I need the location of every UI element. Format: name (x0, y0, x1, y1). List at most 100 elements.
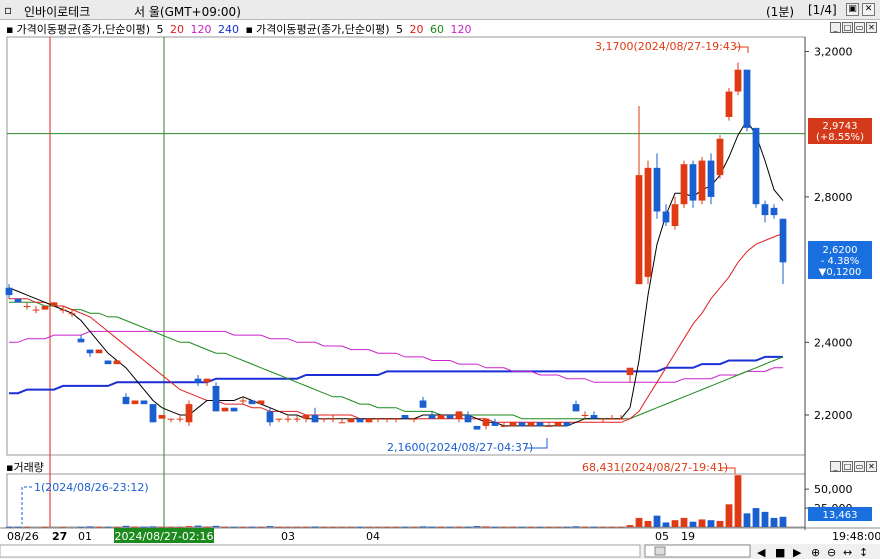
volume-bar (743, 513, 751, 527)
volume-bar (590, 526, 598, 528)
interval-label[interactable]: (1분) (766, 3, 794, 20)
candle-body (734, 69, 742, 92)
candle-body (104, 360, 112, 365)
volume-bar (428, 526, 436, 528)
candle-body (32, 309, 40, 311)
vol-panel-maximize-icon[interactable]: ▭ (854, 461, 865, 472)
volume-bar (149, 526, 157, 528)
candle-body (581, 415, 589, 417)
candle-body (455, 411, 463, 419)
candle-body (257, 400, 265, 405)
volume-bar (770, 517, 778, 527)
volume-bar (95, 526, 103, 528)
candle-body (707, 160, 715, 197)
vol-panel-close-icon[interactable]: ✕ (866, 461, 877, 472)
panel-close-icon[interactable]: ✕ (866, 22, 877, 33)
ma-legend-label-2: 가격이동평균(종가,단순이평) (255, 23, 390, 36)
volume-bar (113, 526, 121, 528)
panel-minimize-icon[interactable]: _ (830, 22, 841, 33)
candle-body (545, 425, 553, 427)
legend-toggle-icon[interactable]: ▪ (6, 23, 13, 36)
last-price-value: 2,6200 (823, 245, 858, 256)
price-tick-label: 2,2000 (814, 409, 853, 422)
volume-min-annotation: 1(2024/08/26-23:12) (34, 481, 149, 494)
candle-body (5, 287, 13, 296)
volume-bar (311, 526, 319, 528)
last-time-label: 19:48:00 (832, 530, 880, 543)
candle-body (185, 404, 193, 423)
volume-bar (194, 525, 202, 527)
volume-bar (437, 526, 445, 528)
volume-bar (581, 526, 589, 528)
candle-body (95, 349, 103, 354)
zoom-scrollbar-thumb (654, 546, 666, 556)
volume-bar (140, 526, 148, 528)
time-label: 08/26 (7, 530, 39, 543)
candle-body (356, 418, 364, 423)
vol-panel-minimize-icon[interactable]: _ (830, 461, 841, 472)
vertical-fit-icon: ↕ (859, 546, 868, 559)
panel-restore-icon[interactable]: □ (842, 22, 853, 33)
volume-bar (545, 526, 553, 528)
time-label: 27 (52, 530, 67, 543)
last-volume-value: 13,463 (823, 510, 858, 521)
candle-body (572, 404, 580, 412)
last-volume-box (808, 507, 872, 521)
candle-body (527, 422, 535, 426)
volume-bar (185, 526, 193, 528)
scroll-right-icon: ▶ (793, 546, 802, 559)
candle-body (149, 404, 157, 423)
panel-maximize-icon[interactable]: ▭ (854, 22, 865, 33)
candle-body (590, 415, 598, 419)
time-label: 04 (366, 530, 380, 543)
legend-toggle-icon-2[interactable]: ▪ (246, 23, 253, 36)
volume-bar (698, 519, 706, 527)
candle-body (140, 400, 148, 405)
price-tick-label: 3,2000 (814, 46, 853, 59)
volume-bar (266, 526, 274, 528)
volume-bar (401, 526, 409, 528)
volume-bar (500, 526, 508, 528)
candle-body (266, 411, 274, 423)
high-annotation-arrow (735, 46, 749, 53)
volume-bar (158, 526, 166, 528)
scroll-left-icon: ◀ (757, 546, 766, 559)
volume-bar (365, 526, 373, 528)
candle-body (383, 418, 391, 420)
candle-body (563, 422, 571, 426)
volume-bar (374, 526, 382, 528)
volume-bar (725, 504, 733, 527)
candle-body (212, 385, 220, 412)
volume-bar (779, 516, 787, 527)
legend2-ma5: 5 (396, 23, 403, 36)
volume-bar (608, 526, 616, 528)
volume-bar (752, 508, 760, 527)
volume-bar (509, 526, 517, 528)
candle-body (689, 164, 697, 201)
candle-body (653, 167, 661, 212)
low-annotation-arrow (525, 438, 548, 449)
window-menu-icon[interactable]: ▣ (846, 3, 859, 16)
volume-bar (104, 526, 112, 528)
time-scrollbar-track (0, 544, 641, 558)
volume-bar (176, 526, 184, 528)
candle-body (437, 415, 445, 419)
candle-body (275, 418, 283, 420)
zoom-out-icon: ⊖ (827, 546, 836, 559)
cursor-time-box (114, 528, 214, 543)
candle-body (464, 415, 472, 423)
candle-body (50, 302, 58, 306)
volume-bar (302, 526, 310, 528)
candle-body (302, 415, 310, 419)
candle-body (158, 415, 166, 419)
vol-panel-restore-icon[interactable]: □ (842, 461, 853, 472)
close-icon[interactable]: ✕ (862, 3, 875, 16)
page-indicator[interactable]: [1/4] (808, 3, 837, 17)
volume-bar (131, 526, 139, 528)
volume-bar (338, 526, 346, 528)
candle-body (167, 418, 175, 420)
market-label: 서 울(GMT+09:00) (134, 5, 241, 19)
candle-body (779, 218, 787, 263)
candle-body (365, 418, 373, 423)
volume-bar (536, 526, 544, 528)
